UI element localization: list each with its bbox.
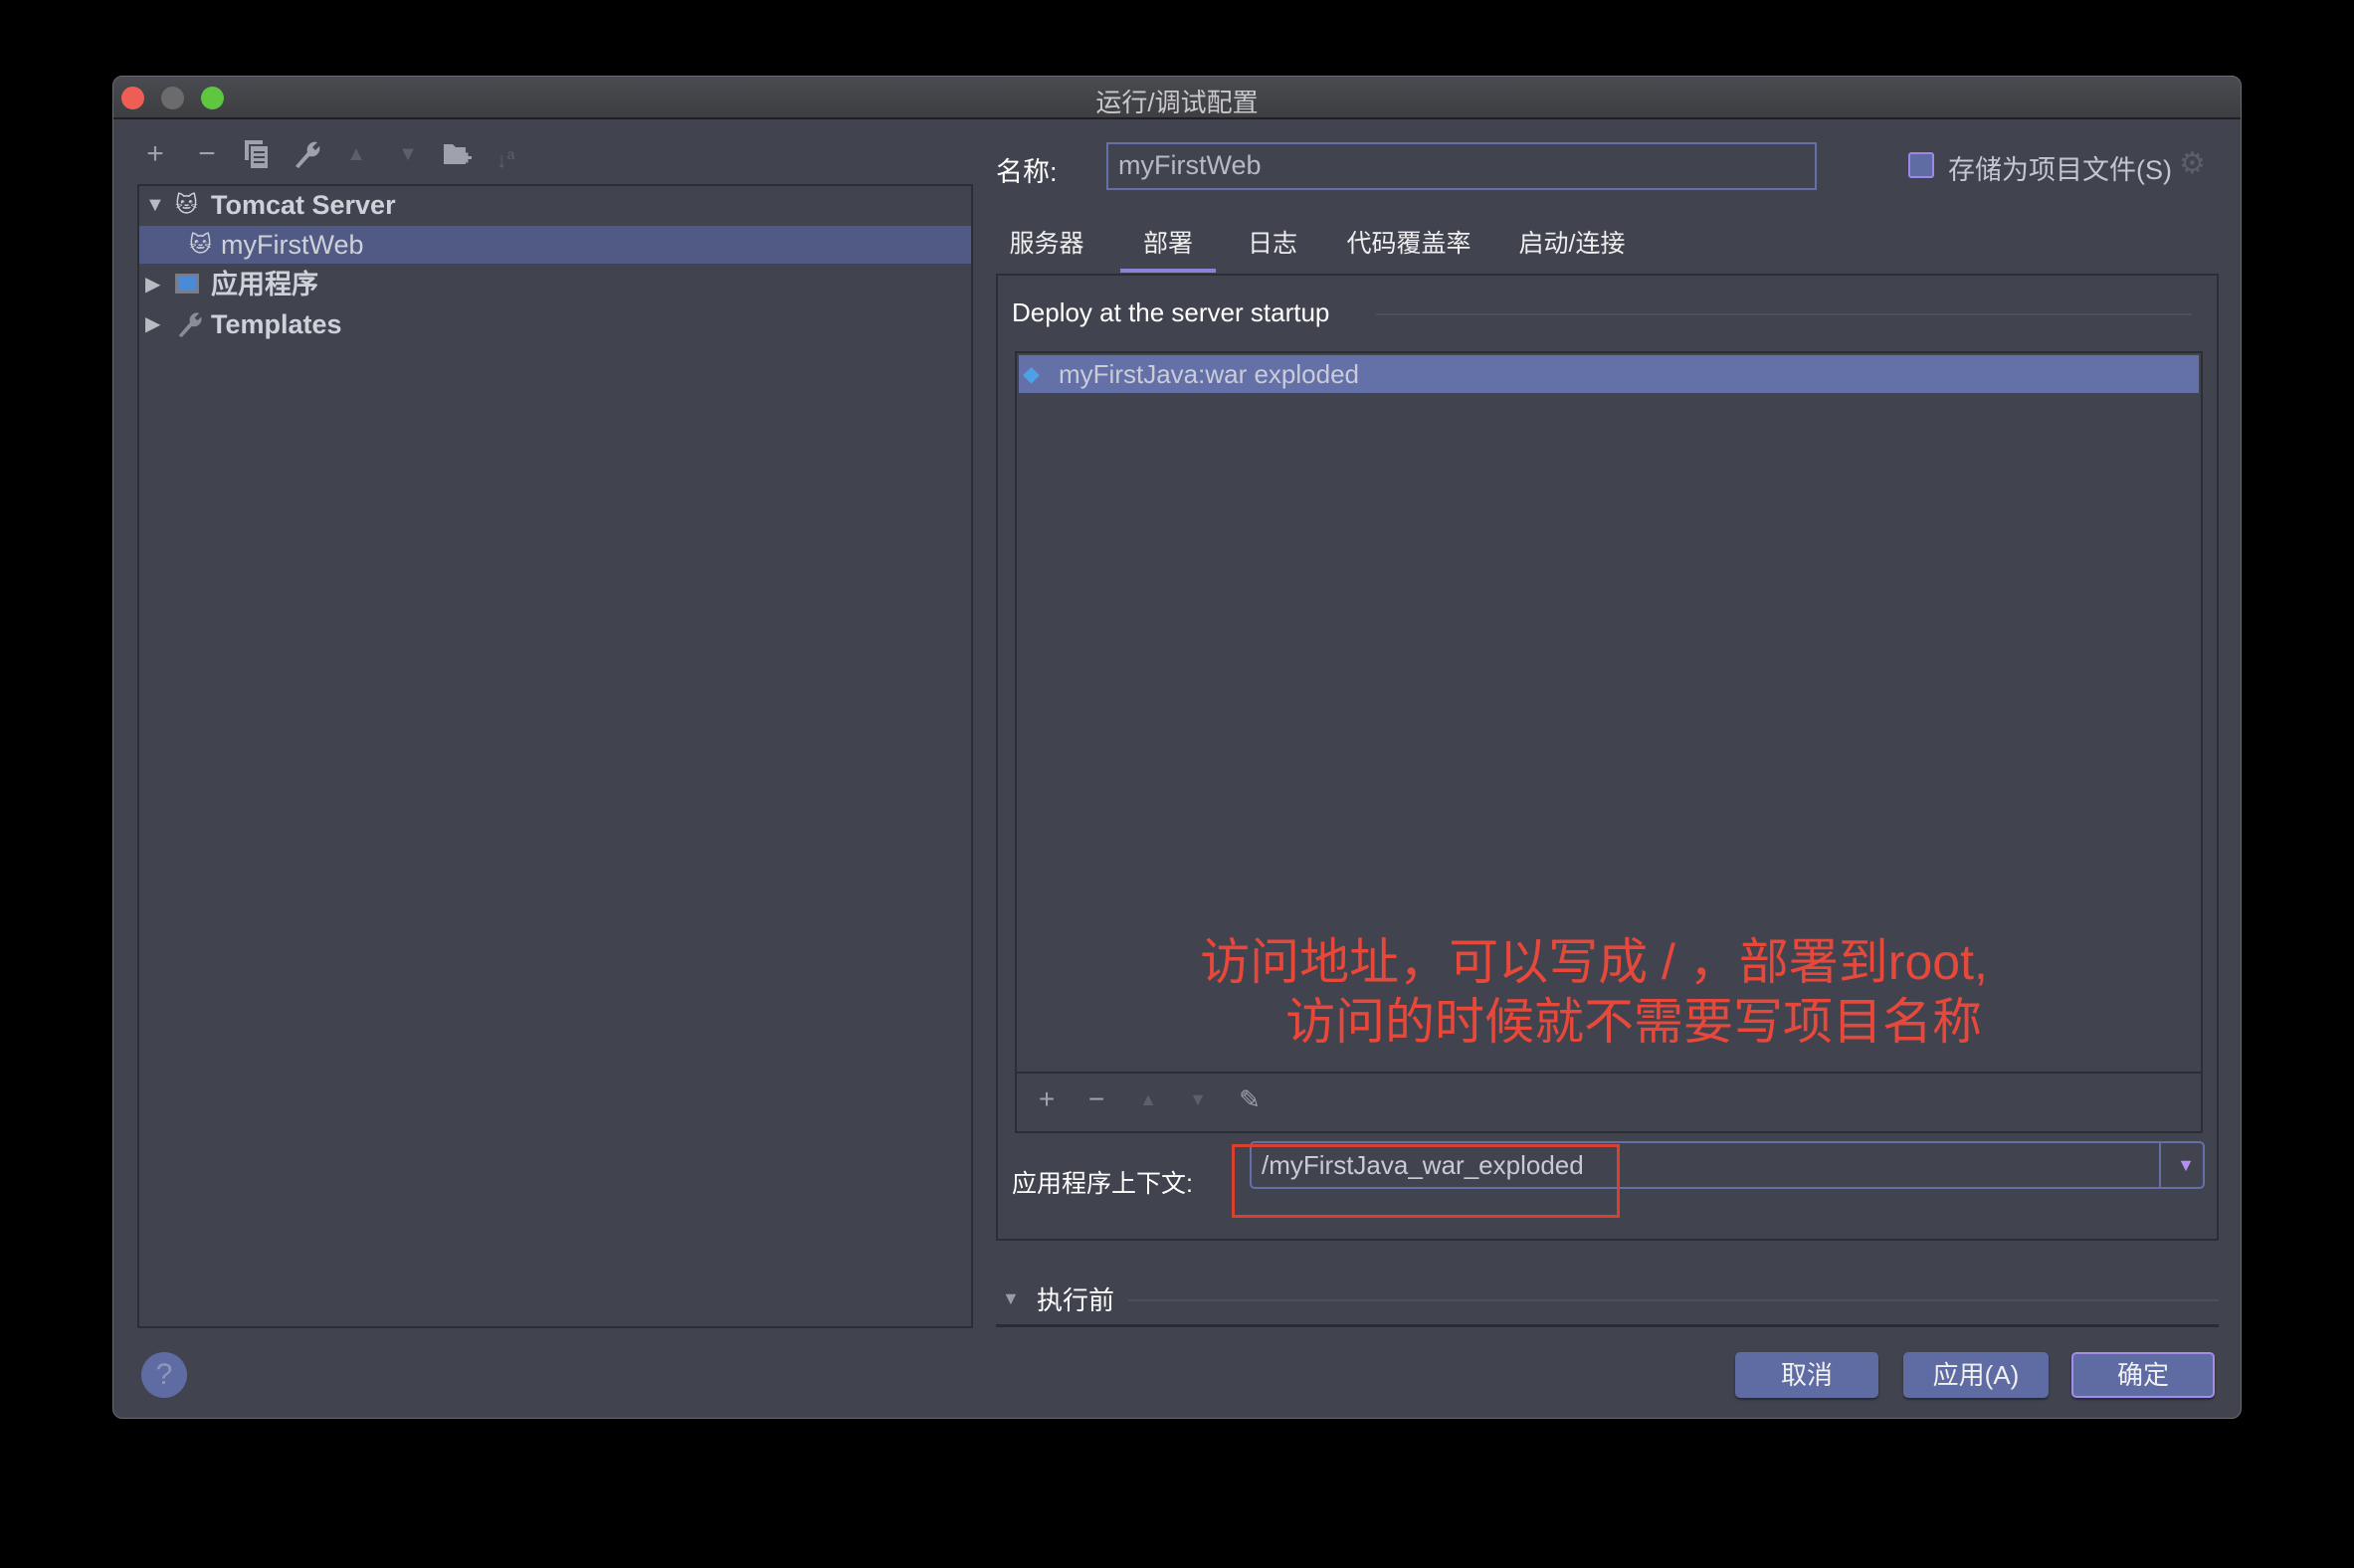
annotation-highlight-box [1232, 1144, 1620, 1218]
deployment-item[interactable]: ◆ myFirstJava:war exploded [1019, 355, 2199, 393]
remove-deployment-icon[interactable]: − [1077, 1079, 1116, 1119]
tree-item-myfirstweb[interactable]: 🐱 myFirstWeb [139, 226, 971, 264]
section-divider [1128, 1299, 2219, 1301]
annotation-line-2: 访问的时候就不需要写项目名称 [1285, 994, 1982, 1050]
config-toolbar: + − ▲ ▼ ↓a [135, 134, 533, 178]
application-icon [175, 274, 199, 294]
annotation-line-1: 访问地址，可以写成 / ，部署到root, [1200, 934, 1988, 990]
bottom-divider [996, 1324, 2219, 1327]
copy-icon[interactable] [237, 134, 277, 174]
tree-item-application[interactable]: ▶ 应用程序 [139, 266, 971, 303]
dropdown-arrow-icon[interactable]: ▼ [2177, 1143, 2195, 1187]
tree-item-label: Templates [211, 309, 342, 339]
wrench-icon[interactable] [287, 134, 326, 174]
configuration-tree: ▼ 🐱 Tomcat Server 🐱 myFirstWeb ▶ 应用程序 ▶ … [137, 184, 973, 1328]
deploy-section-title: Deploy at the server startup [1012, 297, 1330, 327]
move-up-icon[interactable]: ▲ [336, 134, 376, 174]
sort-icon[interactable]: ↓a [486, 134, 525, 174]
ok-button[interactable]: 确定 [2071, 1352, 2215, 1398]
tomcat-icon: 🐱 [175, 192, 198, 217]
list-toolbar-divider [1017, 1072, 2201, 1074]
expand-arrow-icon[interactable]: ▼ [1002, 1288, 1020, 1309]
remove-icon[interactable]: − [187, 134, 227, 174]
cancel-button[interactable]: 取消 [1735, 1352, 1878, 1398]
run-debug-config-dialog: 运行/调试配置 + − ▲ ▼ ↓a ▼ 🐱 Tomcat Server 🐱 m… [112, 76, 2242, 1419]
deployment-item-label: myFirstJava:war exploded [1059, 359, 1359, 389]
before-launch-label[interactable]: 执行前 [1037, 1280, 1114, 1317]
apply-button[interactable]: 应用(A) [1903, 1352, 2049, 1398]
move-down-icon[interactable]: ▼ [388, 134, 428, 174]
tab-deployment[interactable]: 部署 [1120, 220, 1216, 268]
tab-code-coverage[interactable]: 代码覆盖率 [1339, 220, 1478, 268]
context-label: 应用程序上下文: [1012, 1170, 1193, 1198]
tree-item-label: myFirstWeb [221, 230, 364, 260]
store-as-project-file-label: 存储为项目文件(S) [1948, 155, 2172, 185]
new-folder-icon[interactable] [438, 134, 478, 174]
collapse-arrow-icon[interactable]: ▶ [145, 305, 160, 343]
tab-logs[interactable]: 日志 [1243, 220, 1302, 268]
add-deployment-icon[interactable]: + [1027, 1079, 1067, 1119]
tree-item-label: Tomcat Server [211, 190, 396, 220]
store-as-project-file-checkbox[interactable] [1908, 152, 1934, 178]
move-up-icon[interactable]: ▲ [1128, 1079, 1168, 1119]
move-down-icon[interactable]: ▼ [1178, 1079, 1218, 1119]
add-icon[interactable]: + [135, 134, 175, 174]
combobox-divider [2159, 1143, 2161, 1187]
expand-arrow-icon[interactable]: ▼ [145, 186, 165, 224]
tree-item-tomcat-server[interactable]: ▼ 🐱 Tomcat Server [139, 186, 971, 224]
tomcat-icon: 🐱 [189, 232, 212, 257]
name-label: 名称: [996, 157, 1058, 187]
deployment-panel: Deploy at the server startup ◆ myFirstJa… [996, 274, 2219, 1241]
collapse-arrow-icon[interactable]: ▶ [145, 266, 160, 303]
section-divider [1376, 313, 2192, 315]
name-input[interactable]: myFirstWeb [1106, 142, 1817, 190]
title-bar: 运行/调试配置 [113, 77, 2241, 119]
gear-icon[interactable]: ⚙ [2179, 146, 2206, 181]
active-tab-indicator [1120, 269, 1216, 273]
tree-item-label: 应用程序 [211, 270, 318, 299]
help-button[interactable]: ? [141, 1352, 187, 1398]
tab-startup-connection[interactable]: 启动/连接 [1510, 220, 1634, 268]
edit-icon[interactable]: ✎ [1230, 1079, 1270, 1119]
wrench-icon [175, 309, 203, 349]
artifact-icon: ◆ [1023, 361, 1040, 386]
tab-server[interactable]: 服务器 [1002, 220, 1091, 268]
deployment-list: ◆ myFirstJava:war exploded 访问地址，可以写成 / ，… [1015, 351, 2203, 1133]
tree-item-templates[interactable]: ▶ Templates [139, 305, 971, 343]
window-title: 运行/调试配置 [1095, 88, 1259, 117]
